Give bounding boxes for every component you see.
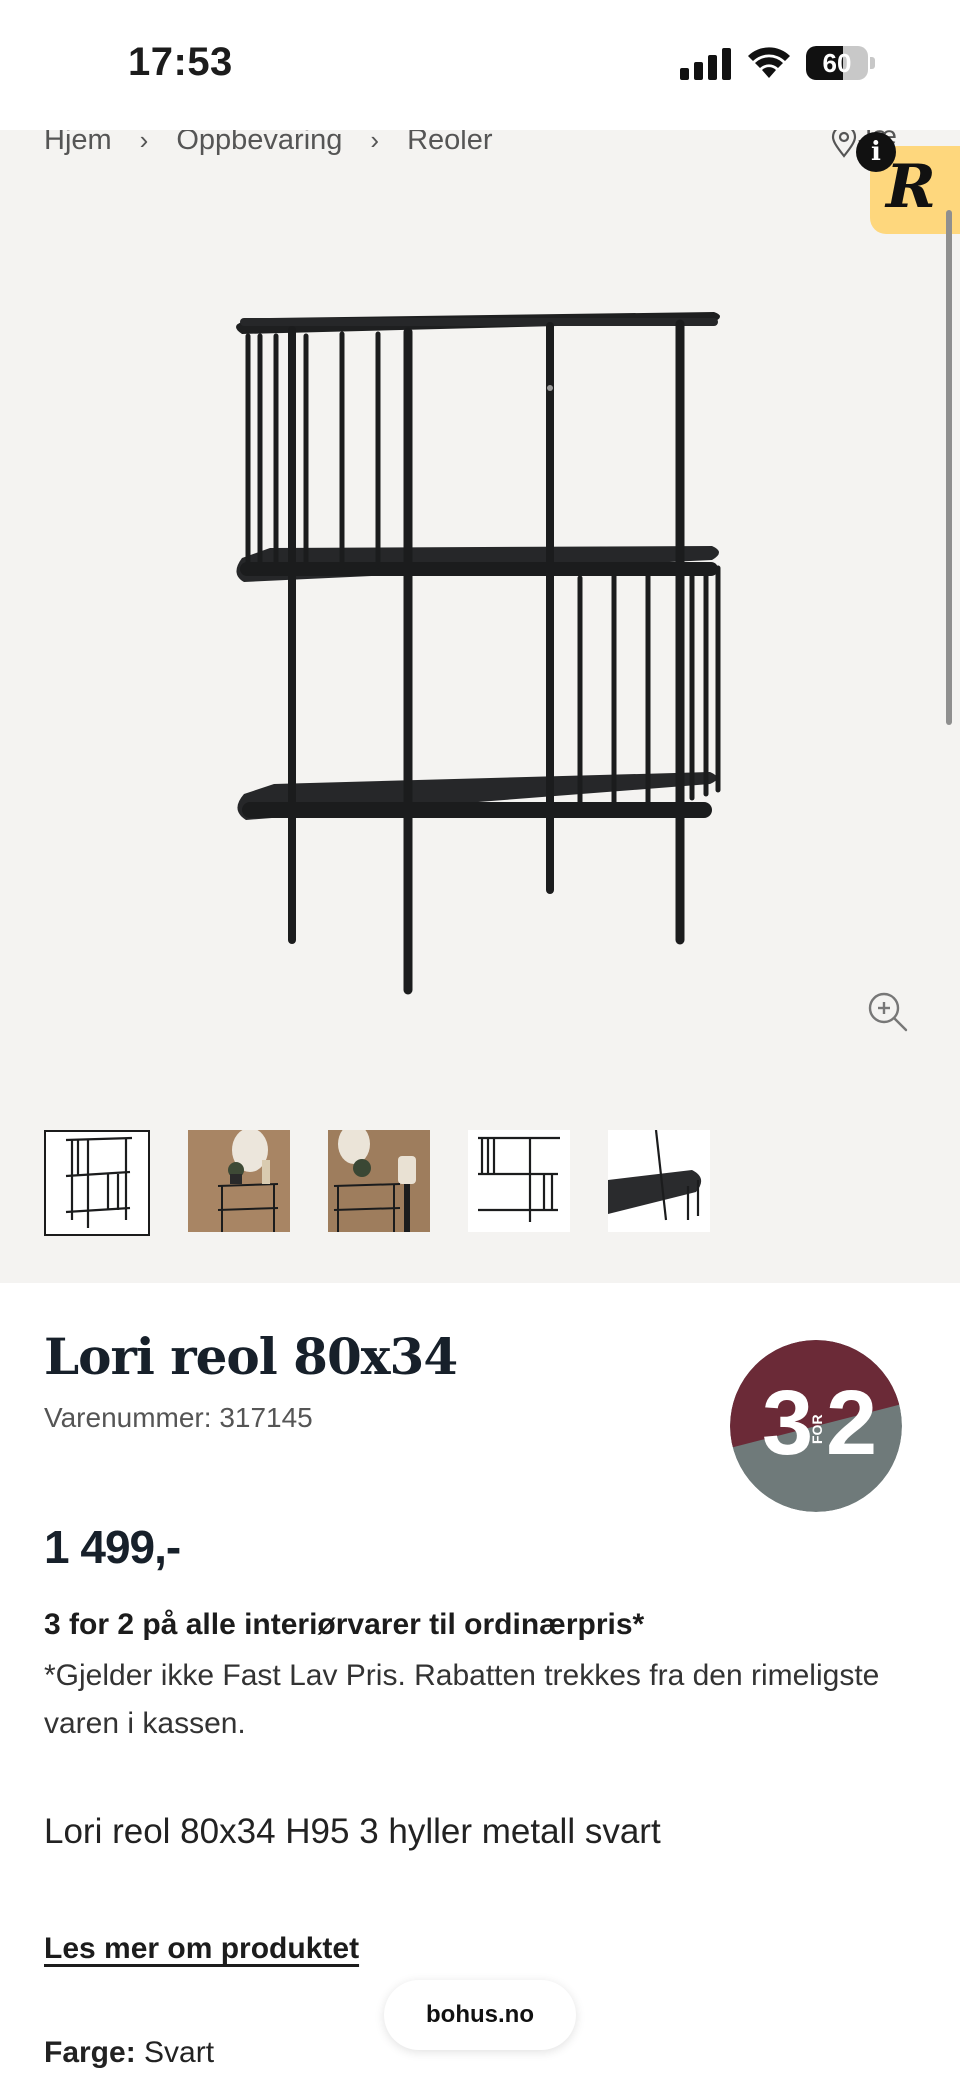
browser-url-pill[interactable]: bohus.no bbox=[384, 1980, 576, 2050]
product-image[interactable] bbox=[230, 290, 740, 1010]
promo-badge-for: FOR bbox=[809, 1414, 825, 1444]
thumbnail-3[interactable] bbox=[328, 1130, 430, 1232]
promo-note: *Gjelder ikke Fast Lav Pris. Rabatten tr… bbox=[44, 1659, 880, 1740]
color-label: Farge: bbox=[44, 2036, 136, 2069]
product-short-description: Lori reol 80x34 H95 3 hyller metall svar… bbox=[44, 1812, 661, 1851]
promo-3-for-2-badge: 3 FOR 2 bbox=[730, 1340, 902, 1512]
promo-badge-left: 3 bbox=[762, 1372, 813, 1474]
battery-level: 60 bbox=[822, 48, 852, 78]
thumbnail-1[interactable] bbox=[44, 1130, 150, 1236]
color-value: Svart bbox=[144, 2036, 215, 2069]
product-sku: Varenummer: 317145 bbox=[44, 1402, 313, 1433]
scrollbar[interactable] bbox=[946, 210, 952, 725]
color-row: Farge: Svart bbox=[44, 2036, 214, 2070]
product-title: Lori reol 80x34 bbox=[44, 1327, 458, 1386]
read-more-link[interactable]: Les mer om produktet bbox=[44, 1932, 359, 1966]
location-pin-icon[interactable] bbox=[830, 126, 858, 158]
promo-badge-right: 2 bbox=[826, 1372, 877, 1474]
info-icon[interactable]: i bbox=[856, 132, 896, 172]
thumbnail-5[interactable] bbox=[608, 1130, 710, 1232]
product-price: 1 499,- bbox=[44, 1521, 181, 1573]
thumbnail-2[interactable] bbox=[188, 1130, 290, 1232]
extension-logo-letter: R bbox=[886, 152, 936, 222]
thumbnail-4[interactable] bbox=[468, 1130, 570, 1232]
status-bar: 17:53 60 bbox=[0, 0, 960, 130]
cellular-signal-icon bbox=[680, 48, 731, 80]
wifi-icon bbox=[748, 47, 790, 78]
promo-title: 3 for 2 på alle interiørvarer til ordinæ… bbox=[44, 1608, 645, 1641]
status-time: 17:53 bbox=[128, 40, 233, 84]
thumbnail-strip bbox=[44, 1130, 710, 1238]
zoom-in-icon[interactable] bbox=[866, 990, 910, 1034]
battery-icon: 60 bbox=[806, 46, 876, 82]
